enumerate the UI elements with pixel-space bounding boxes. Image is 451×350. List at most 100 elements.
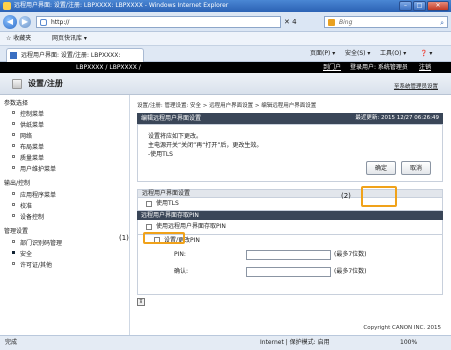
bullet-icon bbox=[12, 166, 15, 169]
status-bar: 完成 Internet | 保护模式: 启用 100% bbox=[0, 335, 451, 350]
bullet-icon bbox=[12, 262, 15, 265]
note-line-3: -使用TLS bbox=[148, 151, 173, 158]
section-header-settings: 远程用户界面设置 bbox=[137, 189, 443, 198]
ok-button[interactable]: 确定 bbox=[366, 161, 396, 175]
browser-tab[interactable]: 远程用户界面: 设置/注册: LBPXXXX: LBPXXXX bbox=[6, 48, 144, 72]
zoom-level[interactable]: 100% bbox=[400, 336, 417, 350]
sidebar-item-label: 质量菜单 bbox=[20, 155, 45, 162]
bullet-icon bbox=[12, 192, 15, 195]
page-menu[interactable]: 页面(P) ▾ bbox=[310, 46, 335, 62]
settings-icon bbox=[12, 79, 22, 89]
sidebar-item-device-control[interactable]: 设备控制 bbox=[12, 212, 44, 221]
security-zone: Internet | 保护模式: 启用 bbox=[260, 339, 330, 346]
device-name: LBPXXXX / LBPXXXX / bbox=[76, 64, 141, 71]
minimize-button[interactable]: – bbox=[399, 1, 412, 11]
back-to-top-icon[interactable]: ⊼ bbox=[137, 298, 145, 306]
bullet-icon bbox=[12, 240, 15, 243]
callout-ok-highlight bbox=[361, 186, 397, 207]
window-title: 远程用户界面: 设置/注册: LBPXXXX: LBPXXXX - Window… bbox=[14, 2, 229, 9]
note-line-2: 主电源开关“关闭”再“打开”后，更改生效。 bbox=[148, 142, 263, 149]
sidebar-item-label: 应用程序菜单 bbox=[20, 192, 57, 199]
bullet-icon bbox=[12, 214, 15, 217]
sidebar-item-layout[interactable]: 布局菜单 bbox=[12, 142, 45, 151]
sidebar-item-network[interactable]: 网络 bbox=[12, 131, 33, 140]
help-menu[interactable]: ❓ ▾ bbox=[420, 46, 432, 62]
safety-menu[interactable]: 安全(S) ▾ bbox=[345, 46, 370, 62]
breadcrumb: 设置/注册: 管理设置: 安全 > 远程用户界面设置 > 编辑远程用户界面设置 bbox=[137, 103, 317, 109]
sidebar-section-preferences: 参数选择 bbox=[4, 100, 29, 107]
cancel-button[interactable]: 取消 bbox=[401, 161, 431, 175]
main-content: 设置/注册: 管理设置: 安全 > 远程用户界面设置 > 编辑远程用户界面设置 … bbox=[119, 95, 451, 335]
maximize-button[interactable]: □ bbox=[413, 1, 426, 11]
page-title: 设置/注册 bbox=[28, 79, 63, 88]
status-text: 完成 bbox=[5, 339, 18, 346]
confirm-hint: (最多7位数) bbox=[334, 268, 367, 275]
confirm-label: 确认: bbox=[174, 268, 189, 275]
forward-button[interactable]: ▶ bbox=[19, 16, 31, 28]
tools-menu[interactable]: 工具(O) ▾ bbox=[380, 46, 406, 62]
sidebar-item-label: 许可证/其他 bbox=[20, 262, 53, 269]
back-button[interactable]: ◀ bbox=[3, 15, 17, 29]
panel-title: 编辑远程用户界面设置 bbox=[141, 115, 202, 122]
search-placeholder: Bing bbox=[339, 19, 353, 26]
tab-favicon bbox=[10, 52, 17, 59]
pin-settings-row: 设置/更改PIN PIN: (最多7位数) 确认: (最多7位数) bbox=[137, 235, 443, 295]
sidebar-item-calibration[interactable]: 校准 bbox=[12, 201, 33, 210]
sidebar-item-label: 校准 bbox=[20, 203, 33, 210]
sidebar-section-output: 输出/控制 bbox=[4, 180, 31, 187]
tls-row: 使用TLS bbox=[137, 198, 443, 211]
bullet-icon bbox=[12, 133, 15, 136]
confirm-pin-input[interactable] bbox=[246, 267, 331, 277]
bullet-icon bbox=[12, 155, 15, 158]
sidebar-item-quality[interactable]: 质量菜单 bbox=[12, 153, 45, 162]
top-nav: LBPXXXX / LBPXXXX / 到门户 登录用户: 系统管理员 注销 bbox=[0, 62, 451, 73]
sidebar-item-paper-source[interactable]: 供纸菜单 bbox=[12, 120, 45, 129]
sidebar-item-license[interactable]: 许可证/其他 bbox=[12, 260, 53, 269]
sidebar-item-user-maintenance[interactable]: 用户维护菜单 bbox=[12, 164, 57, 173]
use-tls-checkbox[interactable] bbox=[146, 201, 152, 207]
search-input[interactable]: Bing ⌕ bbox=[324, 16, 448, 28]
favorites-bar: ☆ 收藏夹 网页快讯库 ▾ bbox=[0, 32, 451, 46]
refresh-stop-buttons[interactable]: ✕ 4 bbox=[284, 16, 322, 28]
address-url: http:// bbox=[51, 19, 70, 26]
logout-link[interactable]: 注销 bbox=[419, 62, 431, 73]
copyright: Copyright CANON INC. 2015 bbox=[363, 325, 441, 331]
use-pin-checkbox[interactable] bbox=[146, 224, 152, 230]
close-button[interactable]: ✕ bbox=[427, 1, 449, 11]
search-icon[interactable]: ⌕ bbox=[440, 18, 444, 29]
bullet-icon bbox=[12, 203, 15, 206]
bullet-icon bbox=[12, 144, 15, 147]
bullet-icon bbox=[12, 122, 15, 125]
callout-2-label: (2) bbox=[341, 192, 351, 200]
sidebar: 参数选择 控制菜单 供纸菜单 网络 布局菜单 质量菜单 用户维护菜单 输出/控制… bbox=[0, 95, 130, 335]
address-field[interactable]: http:// bbox=[36, 16, 281, 28]
bing-icon bbox=[328, 19, 335, 26]
sidebar-item-security[interactable]: 安全 bbox=[12, 249, 32, 258]
sidebar-item-department-id[interactable]: 部门识别码管理 bbox=[12, 238, 63, 247]
web-page: LBPXXXX / LBPXXXX / 到门户 登录用户: 系统管理员 注销 设… bbox=[0, 62, 451, 335]
sidebar-item-label: 供纸菜单 bbox=[20, 122, 45, 129]
pin-label: PIN: bbox=[174, 251, 186, 258]
sidebar-section-management: 管理设置 bbox=[4, 228, 29, 235]
tab-bar: 远程用户界面: 设置/注册: LBPXXXX: LBPXXXX 页面(P) ▾ … bbox=[0, 46, 451, 72]
sidebar-item-label: 部门识别码管理 bbox=[20, 240, 63, 247]
window-title-bar: 远程用户界面: 设置/注册: LBPXXXX: LBPXXXX - Window… bbox=[0, 0, 451, 12]
panel-body: 设置将应如下更改。 主电源开关“关闭”再“打开”后，更改生效。 -使用TLS 确… bbox=[137, 124, 443, 182]
sidebar-item-label: 控制菜单 bbox=[20, 111, 45, 118]
pin-hint: (最多7位数) bbox=[334, 251, 367, 258]
sidebar-item-control-menu[interactable]: 控制菜单 bbox=[12, 109, 45, 118]
favorites-button[interactable]: ☆ 收藏夹 bbox=[6, 32, 31, 46]
portal-link[interactable]: 到门户 bbox=[323, 62, 341, 73]
sidebar-item-application[interactable]: 应用程序菜单 bbox=[12, 190, 57, 199]
page-header: 设置/注册 至系统管理员设置 bbox=[0, 73, 451, 95]
note-line-1: 设置将应如下更改。 bbox=[148, 133, 203, 140]
settings-panel: 编辑远程用户界面设置 最近更新: 2015 12/27 06:26:49 设置将… bbox=[137, 113, 443, 306]
pin-input[interactable] bbox=[246, 250, 331, 260]
sidebar-item-label: 布局菜单 bbox=[20, 144, 45, 151]
web-slice-gallery[interactable]: 网页快讯库 ▾ bbox=[52, 32, 87, 46]
bullet-icon bbox=[12, 111, 15, 114]
sidebar-item-label: 用户维护菜单 bbox=[20, 166, 57, 173]
admin-settings-link[interactable]: 至系统管理员设置 bbox=[394, 82, 438, 90]
sidebar-item-label: 网络 bbox=[20, 133, 33, 140]
